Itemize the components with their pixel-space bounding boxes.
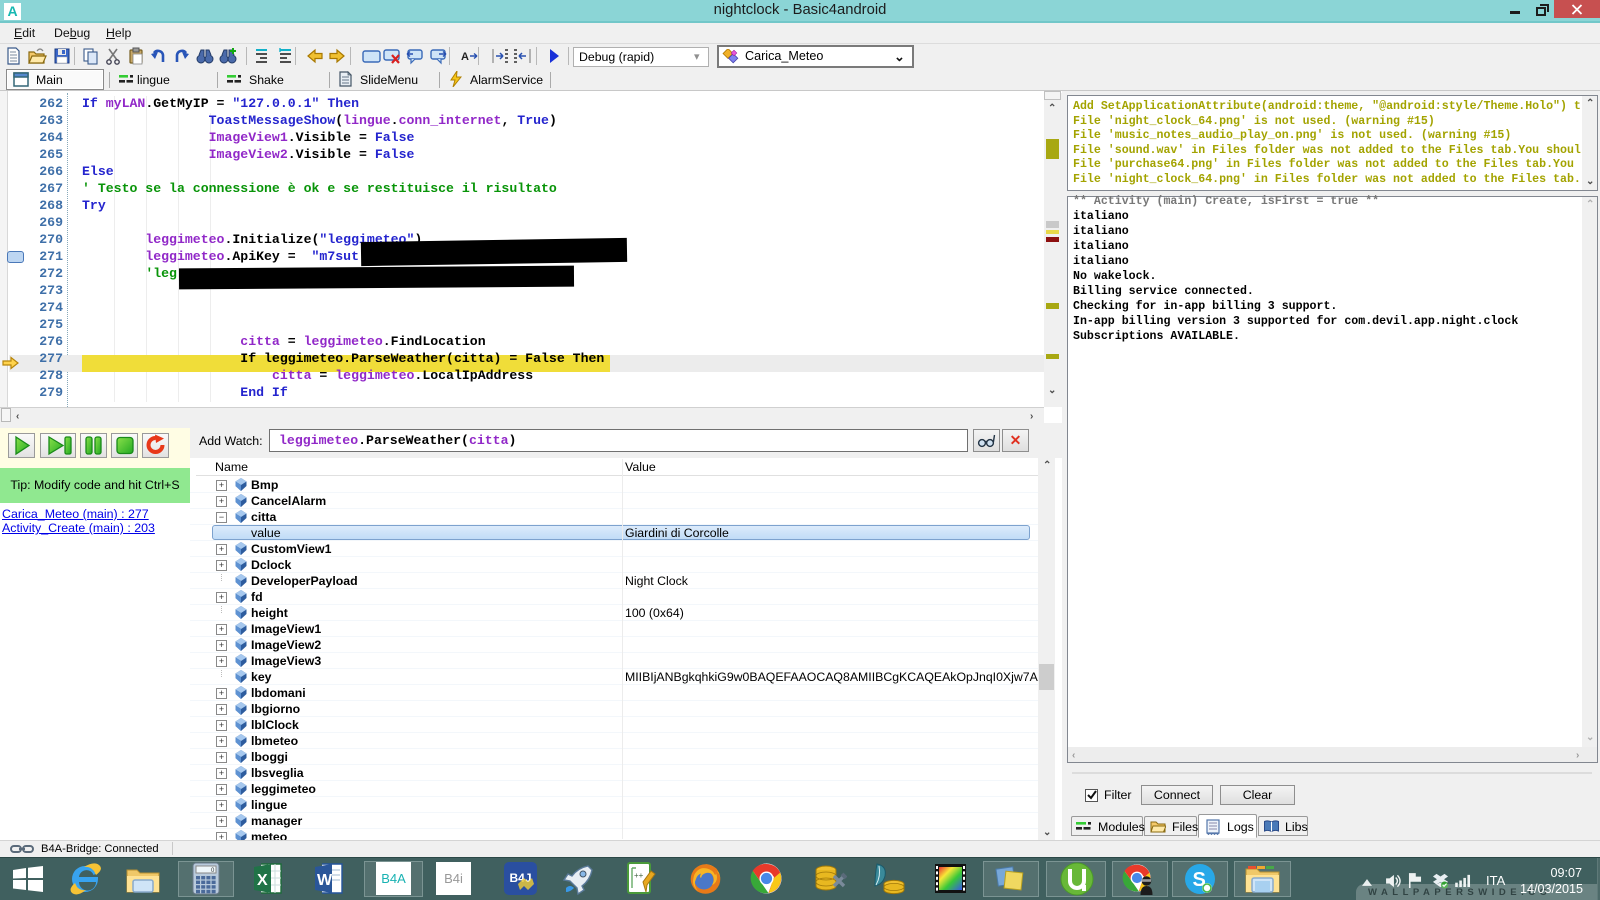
svg-text:A: A: [461, 51, 469, 63]
svg-text:X: X: [257, 872, 268, 889]
svg-text:W: W: [317, 872, 333, 889]
svg-text:++: ++: [634, 871, 644, 880]
